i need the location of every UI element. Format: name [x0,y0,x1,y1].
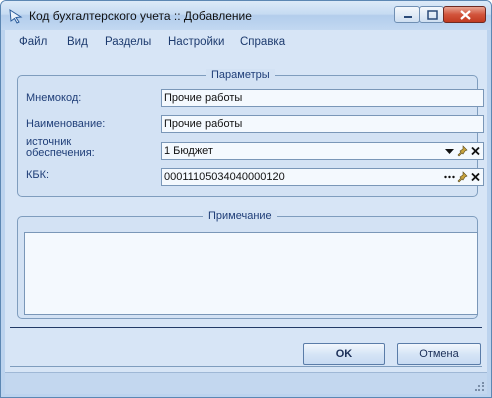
source-label-line2: обеспечения: [26,147,95,159]
divider [10,366,482,367]
close-icon [460,10,471,20]
source-field-icons [444,143,481,159]
source-field[interactable]: 1 Бюджет [161,142,484,160]
ok-button[interactable]: OK [303,343,385,365]
note-textarea[interactable] [24,232,478,315]
mnemocode-label: Мнемокод: [26,92,82,104]
menu-view[interactable]: Вид [67,36,88,48]
ellipsis-icon[interactable] [444,171,455,183]
dialog-window: Код бухгалтерского учета :: Добавление Ф… [0,0,492,398]
title-bar[interactable]: Код бухгалтерского учета :: Добавление [1,1,491,30]
mnemocode-field[interactable]: Прочие работы [161,89,484,107]
dialog-client-area: Файл Вид Разделы Настройки Справка Парам… [5,30,487,394]
clear-icon[interactable] [470,145,481,157]
parameters-legend: Параметры [206,69,275,81]
menu-sections[interactable]: Разделы [105,36,151,48]
pin-icon[interactable] [457,145,468,157]
mnemocode-value: Прочие работы [164,92,243,104]
source-label: источник обеспечения: [26,137,95,159]
kbk-field-icons [444,169,481,185]
resize-grip-icon[interactable] [475,382,485,392]
arrow-app-icon [8,8,24,24]
menu-settings[interactable]: Настройки [168,36,224,48]
dropdown-arrow-icon[interactable] [444,145,455,157]
kbk-label: КБК: [26,169,50,181]
name-field[interactable]: Прочие работы [161,115,484,133]
name-label: Наименование: [26,118,106,130]
note-group: Примечание [17,210,478,319]
menu-file[interactable]: Файл [19,36,47,48]
kbk-value: 00011105034040000120 [164,171,285,183]
kbk-field[interactable]: 00011105034040000120 [161,168,484,186]
menu-help[interactable]: Справка [240,36,285,48]
divider [10,327,482,328]
maximize-button[interactable] [419,6,444,23]
parameters-group: Параметры Мнемокод: Прочие работы Наимен… [17,69,484,197]
menu-bar: Файл Вид Разделы Настройки Справка [5,30,487,55]
clear-icon[interactable] [470,171,481,183]
minimize-button[interactable] [394,6,420,23]
source-value: 1 Бюджет [164,145,213,157]
close-button[interactable] [443,6,486,23]
name-value: Прочие работы [164,118,243,130]
window-title: Код бухгалтерского учета :: Добавление [29,9,252,23]
cancel-button[interactable]: Отмена [397,343,481,365]
minimize-icon [404,16,412,18]
pin-icon[interactable] [457,171,468,183]
note-legend: Примечание [203,210,277,222]
maximize-icon [427,10,438,20]
status-bar [5,372,487,394]
